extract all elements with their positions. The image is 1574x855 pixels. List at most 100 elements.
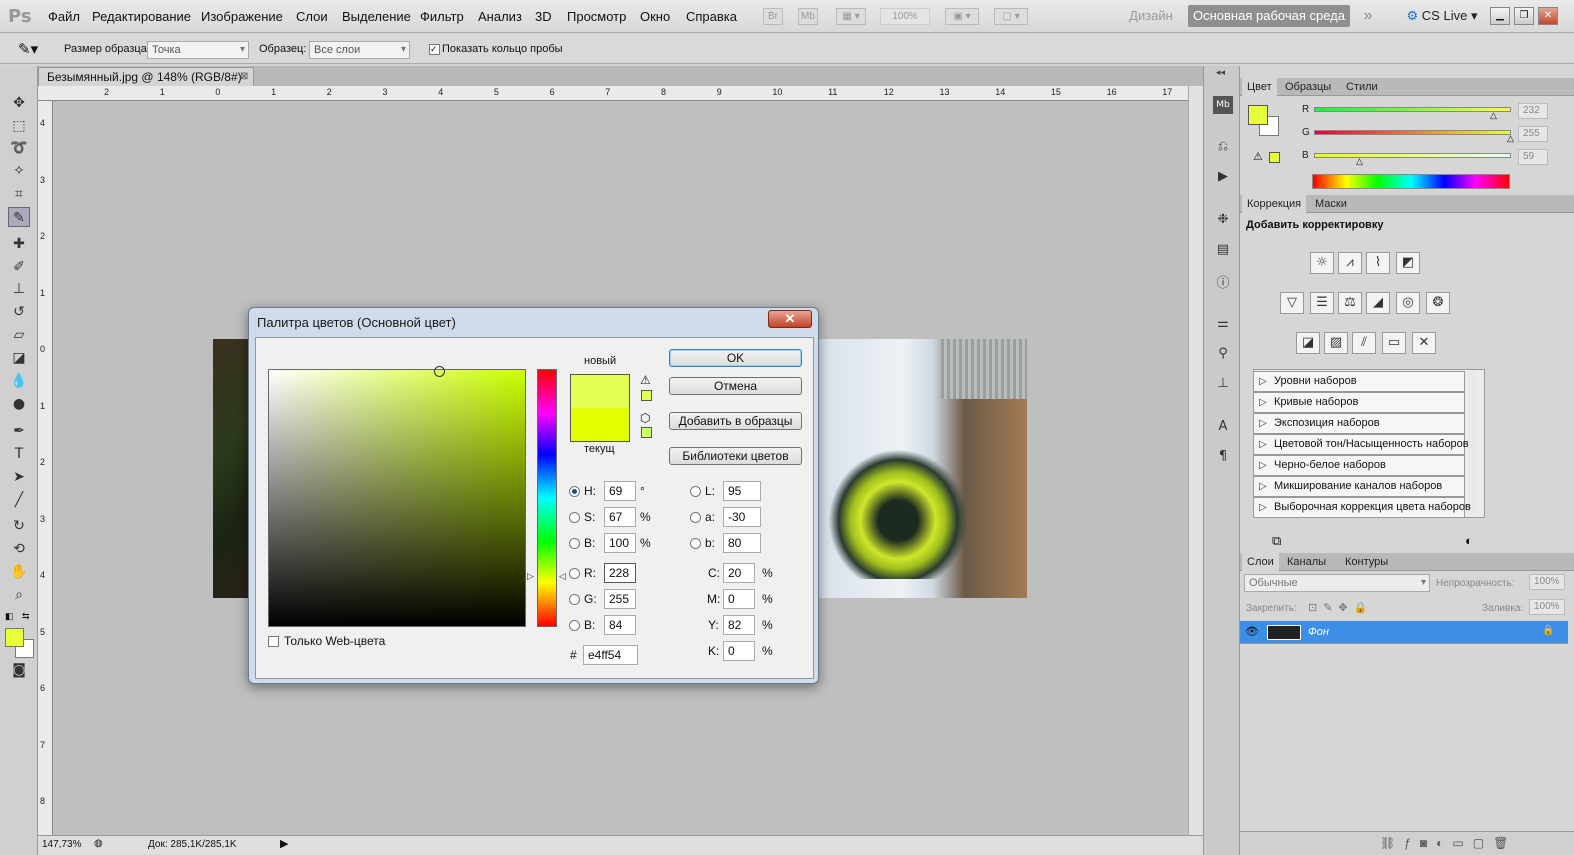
- screen-mode-icon[interactable]: ▢ ▾: [994, 8, 1028, 25]
- preset-hue-saturation[interactable]: Цветовой тон/Насыщенность наборов: [1253, 434, 1469, 455]
- eyedropper-tool-icon[interactable]: ✎▾: [18, 40, 38, 58]
- pen-tool-icon[interactable]: ✒: [8, 421, 30, 441]
- view-extras-icon[interactable]: ▦ ▾: [836, 8, 866, 25]
- web-safe-cube-icon[interactable]: ⬡: [640, 411, 650, 425]
- vertical-scrollbar[interactable]: [1188, 86, 1203, 835]
- gradient-map-icon[interactable]: ▭: [1382, 332, 1406, 354]
- workspace-overflow-button[interactable]: »: [1356, 5, 1380, 27]
- slider-b[interactable]: [1314, 153, 1511, 158]
- radio-r[interactable]: [569, 568, 580, 579]
- zoom-readout[interactable]: 147,73%: [42, 839, 81, 850]
- radio-l[interactable]: [690, 486, 701, 497]
- crop-tool-icon[interactable]: ⌗: [8, 184, 30, 204]
- default-colors-icon[interactable]: ◧: [5, 611, 14, 622]
- value-g[interactable]: 255: [1518, 126, 1548, 142]
- close-window-button[interactable]: ✕: [1538, 7, 1558, 25]
- document-tab[interactable]: Безымянный.jpg @ 148% (RGB/8#) ⊠: [38, 67, 254, 86]
- slider-b-thumb[interactable]: △: [1356, 156, 1363, 167]
- actions-icon[interactable]: ▶: [1213, 169, 1233, 187]
- menu-edit[interactable]: Редактирование: [92, 9, 191, 24]
- preset-channel-mixer[interactable]: Микширование каналов наборов: [1253, 476, 1465, 497]
- dodge-tool-icon[interactable]: ●: [8, 394, 30, 414]
- gamut-warning-icon[interactable]: ⚠: [1253, 150, 1263, 163]
- arrange-documents-icon[interactable]: ▣ ▾: [945, 8, 979, 25]
- workspace-design-button[interactable]: Дизайн: [1118, 5, 1184, 27]
- 3d-rotate-tool-icon[interactable]: ↻: [8, 516, 30, 536]
- clip-to-layer-icon[interactable]: ⧉: [1272, 533, 1281, 549]
- web-colors-checkbox[interactable]: [268, 636, 279, 647]
- levels-icon[interactable]: ⩘: [1338, 252, 1362, 274]
- tab-adjustments[interactable]: Коррекция: [1242, 195, 1307, 213]
- 3d-orbit-tool-icon[interactable]: ⟲: [8, 539, 30, 559]
- menu-analysis[interactable]: Анализ: [478, 9, 522, 24]
- show-ring-checkbox[interactable]: ✓: [429, 44, 440, 55]
- slider-r-thumb[interactable]: △: [1490, 110, 1497, 121]
- menu-layers[interactable]: Слои: [296, 9, 328, 24]
- minimize-button[interactable]: ▁: [1490, 7, 1510, 25]
- layer-row-background[interactable]: 👁 Фон 🔒: [1240, 621, 1568, 644]
- healing-brush-tool-icon[interactable]: ✚: [8, 234, 30, 254]
- clone-source-icon[interactable]: ⊥: [1213, 376, 1233, 394]
- blend-mode-select[interactable]: Обычные: [1244, 574, 1430, 592]
- brightness-contrast-icon[interactable]: ☼: [1310, 252, 1334, 274]
- input-r[interactable]: 228: [604, 563, 636, 583]
- threshold-icon[interactable]: ⫽: [1352, 332, 1376, 354]
- radio-h[interactable]: [569, 486, 580, 497]
- slider-g-thumb[interactable]: △: [1507, 133, 1514, 144]
- radio-g[interactable]: [569, 594, 580, 605]
- menu-3d[interactable]: 3D: [535, 9, 552, 24]
- move-tool-icon[interactable]: ✥: [8, 93, 30, 113]
- brushes-icon[interactable]: ⚲: [1213, 346, 1233, 364]
- preset-curves[interactable]: Кривые наборов: [1253, 392, 1465, 413]
- sample-size-select[interactable]: Точка: [147, 41, 249, 59]
- cs-live-button[interactable]: ⚙ CS Live ▾: [1402, 5, 1482, 27]
- tab-masks[interactable]: Маски: [1310, 195, 1352, 213]
- path-selection-tool-icon[interactable]: ➤: [8, 467, 30, 487]
- hue-slider[interactable]: [537, 369, 557, 627]
- color-field-marker[interactable]: [434, 366, 445, 377]
- input-l[interactable]: 95: [723, 481, 761, 501]
- quick-mask-icon[interactable]: ◙: [8, 660, 30, 680]
- zoom-level-select[interactable]: 100%: [880, 8, 930, 25]
- radio-s[interactable]: [569, 512, 580, 523]
- color-balance-icon[interactable]: ⚖: [1338, 292, 1362, 314]
- dialog-close-button[interactable]: ✕: [768, 310, 812, 328]
- brush-presets-icon[interactable]: ⚌: [1213, 316, 1233, 334]
- tab-paths[interactable]: Контуры: [1340, 553, 1393, 571]
- hand-tool-icon[interactable]: ✋: [8, 562, 30, 582]
- layer-actions-icons[interactable]: ⛓ƒ◙◐▭▢🗑: [1380, 836, 1517, 850]
- tab-swatches[interactable]: Образцы: [1280, 78, 1336, 96]
- opacity-input[interactable]: 100%: [1529, 574, 1565, 590]
- cancel-button[interactable]: Отмена: [669, 377, 802, 395]
- info-icon[interactable]: ⓘ: [1213, 272, 1233, 291]
- eyedropper-tool-icon[interactable]: ✎: [8, 207, 30, 227]
- preset-levels[interactable]: Уровни наборов: [1253, 371, 1465, 392]
- gamut-swatch[interactable]: [641, 390, 652, 401]
- tab-layers[interactable]: Слои: [1242, 553, 1279, 571]
- quick-selection-tool-icon[interactable]: ✧: [8, 161, 30, 181]
- menu-help[interactable]: Справка: [686, 9, 737, 24]
- visibility-toggle-icon[interactable]: ◐: [1465, 533, 1473, 548]
- radio-a[interactable]: [690, 512, 701, 523]
- blur-tool-icon[interactable]: 💧: [8, 371, 30, 391]
- histogram-icon[interactable]: ▤: [1213, 242, 1233, 260]
- gamut-warning-icon[interactable]: ⚠: [640, 373, 651, 387]
- sample-layers-select[interactable]: Все слои: [309, 41, 410, 59]
- tab-channels[interactable]: Каналы: [1282, 553, 1331, 571]
- current-color-swatch[interactable]: [570, 408, 630, 442]
- input-blue[interactable]: 84: [604, 615, 636, 635]
- tab-styles[interactable]: Стили: [1341, 78, 1383, 96]
- lasso-tool-icon[interactable]: ➰: [8, 138, 30, 158]
- layer-name[interactable]: Фон: [1308, 626, 1329, 638]
- invert-icon[interactable]: ◪: [1296, 332, 1320, 354]
- line-tool-icon[interactable]: ╱: [8, 490, 30, 510]
- input-g[interactable]: 255: [604, 589, 636, 609]
- history-brush-tool-icon[interactable]: ↺: [8, 302, 30, 322]
- panel-foreground-swatch[interactable]: [1248, 105, 1268, 125]
- fill-input[interactable]: 100%: [1529, 599, 1565, 615]
- mini-bridge-icon[interactable]: Mb: [1213, 96, 1233, 114]
- lock-icons[interactable]: ⊡✎✥🔒: [1308, 601, 1373, 614]
- channel-mixer-icon[interactable]: ❂: [1426, 292, 1450, 314]
- close-tab-icon[interactable]: ⊠: [240, 68, 248, 86]
- photo-filter-icon[interactable]: ◎: [1396, 292, 1420, 314]
